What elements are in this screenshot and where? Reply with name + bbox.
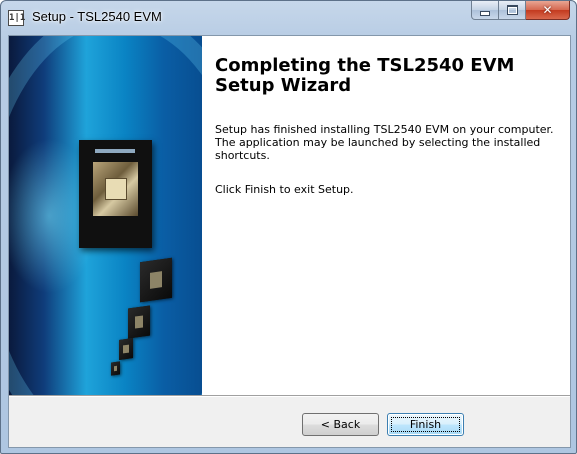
sensor-chip-image (79, 140, 152, 248)
back-button-label: < Back (320, 418, 361, 431)
setup-window: 1|1 Setup - TSL2540 EVM ✕ Completing the… (0, 0, 577, 454)
window-title: Setup - TSL2540 EVM (32, 9, 162, 24)
finish-button[interactable]: Finish (387, 413, 464, 436)
maximize-button[interactable] (499, 1, 526, 20)
chip-thumbnail-4 (111, 361, 120, 376)
caption-buttons: ✕ (471, 1, 570, 21)
exit-instruction: Click Finish to exit Setup. (215, 183, 354, 196)
wizard-content-panel: Completing the TSL2540 EVM Setup Wizard … (202, 36, 570, 395)
close-icon: ✕ (542, 3, 553, 17)
wizard-client-area: Completing the TSL2540 EVM Setup Wizard … (8, 35, 571, 448)
title-bar[interactable]: 1|1 Setup - TSL2540 EVM ✕ (1, 1, 576, 35)
chip-thumbnail-3 (119, 338, 133, 360)
minimize-icon (480, 10, 490, 16)
finished-message: Setup has finished installing TSL2540 EV… (215, 123, 554, 162)
wizard-banner-image (9, 36, 202, 395)
chip-label-strip (95, 149, 135, 153)
chip-thumbnail-2 (128, 305, 150, 339)
finish-button-label: Finish (409, 418, 442, 431)
back-button[interactable]: < Back (302, 413, 379, 436)
chip-thumbnail-1 (140, 257, 172, 303)
close-button[interactable]: ✕ (526, 1, 570, 20)
maximize-icon (506, 5, 518, 15)
wizard-heading: Completing the TSL2540 EVM Setup Wizard (215, 55, 515, 96)
chip-die (105, 178, 127, 200)
minimize-button[interactable] (471, 1, 499, 20)
setup-app-icon[interactable]: 1|1 (8, 10, 25, 26)
button-area-divider (9, 395, 570, 397)
